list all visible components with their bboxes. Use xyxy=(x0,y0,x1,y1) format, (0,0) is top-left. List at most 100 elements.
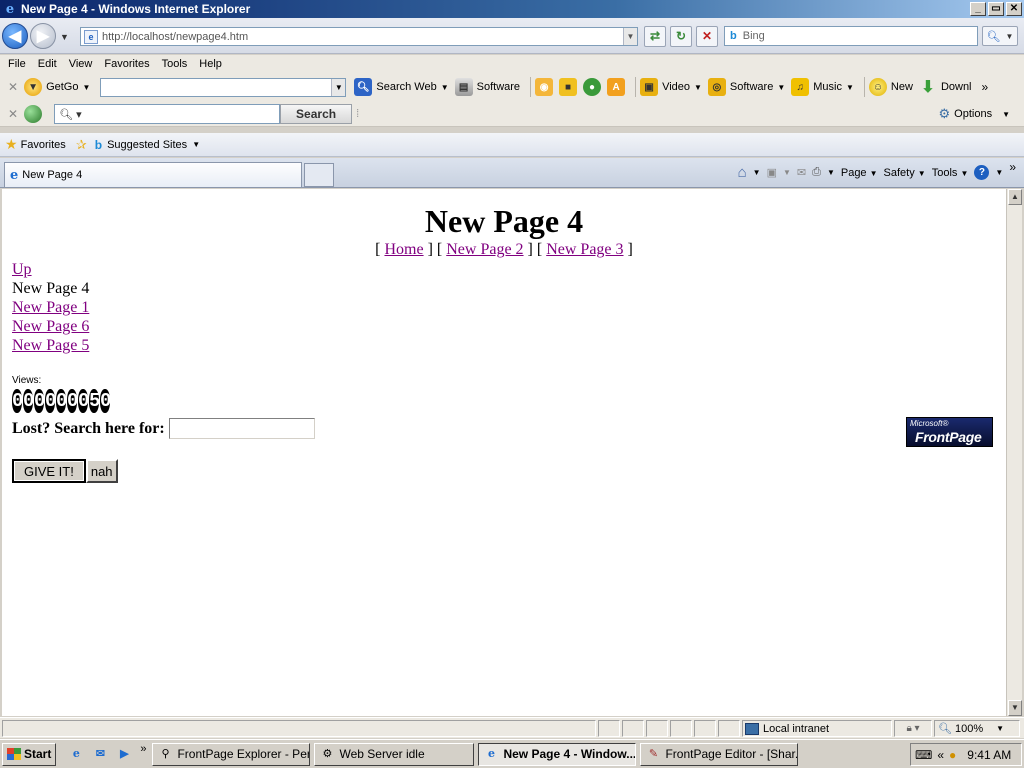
link-new-page-2[interactable]: New Page 2 xyxy=(446,241,523,258)
toolbar-grip-icon[interactable]: ⁞ xyxy=(356,108,359,120)
bing-search-input[interactable]: b Bing xyxy=(724,26,978,46)
tray-expand-icon[interactable]: « xyxy=(937,748,944,762)
taskbar-frontpage-editor[interactable]: ✎ FrontPage Editor - [Shar... xyxy=(640,742,799,766)
print-dropdown-icon[interactable]: ▼ xyxy=(827,168,835,177)
menu-file[interactable]: File xyxy=(3,58,33,70)
address-bar[interactable]: e http://localhost/newpage4.htm ▼ xyxy=(80,27,638,46)
taskbar-web-server[interactable]: ⚙ Web Server idle xyxy=(314,742,475,766)
command-overflow-icon[interactable]: » xyxy=(1009,160,1016,174)
video-camera-icon[interactable]: ■ xyxy=(559,78,578,96)
suggested-sites-button[interactable]: Suggested Sites xyxy=(107,139,187,151)
taskbar-frontpage-explorer[interactable]: ⚲ FrontPage Explorer - Per... xyxy=(152,742,311,766)
tab-new-page-4[interactable]: e New Page 4 xyxy=(4,162,302,187)
scroll-up-arrow[interactable]: ▲ xyxy=(1008,189,1022,205)
video-button[interactable]: ▣ Video ▼ xyxy=(640,78,702,96)
link-new-page-5[interactable]: New Page 5 xyxy=(12,337,89,354)
media-player-icon[interactable]: ▶ xyxy=(116,746,132,762)
suggested-sites-dropdown-icon[interactable]: ▼ xyxy=(192,140,200,149)
software-button[interactable]: ▤ Software xyxy=(454,78,520,96)
back-button[interactable]: ◀ xyxy=(2,23,28,49)
taskbar-internet-explorer[interactable]: e New Page 4 - Window... xyxy=(478,742,637,766)
toolbar2-search-button[interactable]: Search xyxy=(280,104,353,124)
ie-quicklaunch-icon[interactable]: e xyxy=(68,746,84,762)
minimize-button[interactable]: _ xyxy=(970,2,986,16)
tools-menu[interactable]: Tools ▼ xyxy=(932,167,969,179)
bing-search-button[interactable]: 🔍︎ ▼ xyxy=(982,26,1018,46)
combo-dropdown-icon[interactable]: ▼ xyxy=(331,78,346,96)
menu-view[interactable]: View xyxy=(64,58,100,70)
recent-pages-dropdown[interactable]: ▼ xyxy=(60,32,69,42)
add-to-favorites-icon[interactable]: ✰ xyxy=(76,137,87,153)
new-button[interactable]: ☺ New xyxy=(868,78,913,96)
toolbar-overflow-icon[interactable]: » xyxy=(982,80,989,94)
clock[interactable]: 9:41 AM xyxy=(967,748,1011,762)
close-toolbar-icon[interactable]: ✕ xyxy=(8,80,18,94)
home-dropdown-icon[interactable]: ▼ xyxy=(753,168,761,177)
submit-search-button[interactable]: GIVE IT! xyxy=(12,459,86,483)
link-new-page-3[interactable]: New Page 3 xyxy=(546,241,623,258)
search-options-dropdown-icon[interactable]: ▼ xyxy=(1006,32,1014,41)
toolbar2-search-input[interactable]: 🔍︎ ▾ xyxy=(54,104,281,124)
compatibility-view-button[interactable]: ⇄ xyxy=(644,26,666,47)
stop-button[interactable]: ✕ xyxy=(696,26,718,47)
security-zone[interactable]: Local intranet xyxy=(742,720,892,737)
maximize-button[interactable]: ▭ xyxy=(988,2,1004,16)
menu-help[interactable]: Help xyxy=(194,58,229,70)
search-web-button[interactable]: 🔍︎ Search Web ▼ xyxy=(354,78,449,96)
new-tab-button[interactable] xyxy=(304,163,334,187)
address-dropdown-icon[interactable]: ▼ xyxy=(623,28,637,45)
outlook-express-icon[interactable]: ✉ xyxy=(92,746,108,762)
menu-tools[interactable]: Tools xyxy=(157,58,195,70)
forward-button[interactable]: ▶ xyxy=(30,23,56,49)
site-search-input[interactable] xyxy=(168,418,315,439)
reset-button[interactable]: nah xyxy=(85,459,118,483)
music-button[interactable]: ♫ Music ▼ xyxy=(791,78,854,96)
favorites-star-icon[interactable]: ★ xyxy=(5,136,18,153)
options-button[interactable]: ⚙ Options ▼ xyxy=(939,106,1011,122)
translate-icon[interactable]: A xyxy=(607,78,626,96)
page-menu[interactable]: Page ▼ xyxy=(841,167,878,179)
magnifier-dropdown-icon[interactable]: 🔍︎ ▾ xyxy=(59,108,82,121)
vertical-scrollbar[interactable]: ▲ ▼ xyxy=(1006,189,1022,716)
favorites-button[interactable]: Favorites xyxy=(21,139,66,151)
link-new-page-6[interactable]: New Page 6 xyxy=(12,318,89,335)
keyboard-icon[interactable]: ⌨ xyxy=(915,748,932,762)
quicklaunch-overflow-icon[interactable]: » xyxy=(140,743,146,755)
getgo-button[interactable]: ▼ GetGo ▼ xyxy=(24,78,90,96)
search-web-dropdown-icon[interactable]: ▼ xyxy=(441,83,449,92)
link-home[interactable]: Home xyxy=(384,241,423,258)
help-icon[interactable]: ? xyxy=(974,165,990,180)
address-url[interactable]: http://localhost/newpage4.htm xyxy=(102,31,623,43)
protected-mode-icon[interactable]: 🔒︎ ▾ xyxy=(894,720,932,737)
feeds-icon[interactable]: ▣ xyxy=(767,166,777,179)
software-menu-dropdown-icon[interactable]: ▼ xyxy=(777,83,785,92)
menu-favorites[interactable]: Favorites xyxy=(99,58,156,70)
download-button[interactable]: ⬇ Downl xyxy=(919,78,971,96)
options-dropdown-icon[interactable]: ▼ xyxy=(1002,110,1010,119)
zoom-control[interactable]: 🔍︎ 100% ▼ xyxy=(934,720,1020,737)
scroll-down-arrow[interactable]: ▼ xyxy=(1008,700,1022,716)
video-dropdown-icon[interactable]: ▼ xyxy=(694,83,702,92)
feeds-dropdown-icon[interactable]: ▼ xyxy=(783,168,791,177)
rss-icon[interactable]: ◉ xyxy=(535,78,554,96)
link-new-page-1[interactable]: New Page 1 xyxy=(12,299,89,316)
close-window-button[interactable]: ✕ xyxy=(1006,2,1022,16)
software-menu-button[interactable]: ◎ Software ▼ xyxy=(707,78,785,96)
print-icon[interactable]: ⎙ xyxy=(812,166,821,179)
refresh-button[interactable]: ↻ xyxy=(670,26,692,47)
safety-menu[interactable]: Safety ▼ xyxy=(884,167,926,179)
software-icon: ▤ xyxy=(454,78,473,96)
zoom-dropdown-icon[interactable]: ▼ xyxy=(996,724,1004,733)
read-mail-icon[interactable]: ✉ xyxy=(797,166,806,179)
start-button[interactable]: Start xyxy=(2,742,57,766)
home-icon[interactable]: ⌂ xyxy=(738,164,747,181)
music-dropdown-icon[interactable]: ▼ xyxy=(846,83,854,92)
menu-edit[interactable]: Edit xyxy=(33,58,64,70)
globe-icon[interactable]: ● xyxy=(583,78,602,96)
toolbar-search-combo[interactable]: ▼ xyxy=(100,77,347,97)
link-up[interactable]: Up xyxy=(12,261,32,278)
help-dropdown-icon[interactable]: ▼ xyxy=(995,168,1003,177)
close-toolbar2-icon[interactable]: ✕ xyxy=(8,107,18,121)
getgo-dropdown-icon[interactable]: ▼ xyxy=(82,83,90,92)
tray-app-icon[interactable]: ● xyxy=(949,748,956,762)
